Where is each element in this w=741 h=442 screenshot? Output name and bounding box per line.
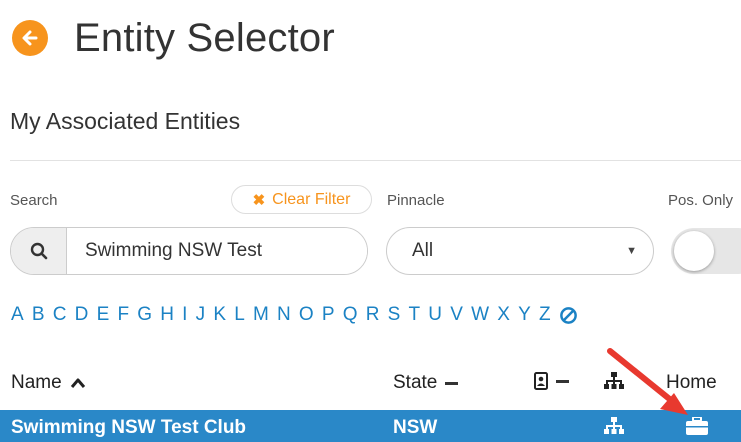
- contact-card-icon: [534, 372, 548, 390]
- alphabet-letter-u[interactable]: U: [428, 304, 442, 326]
- alphabet-letter-m[interactable]: M: [253, 304, 269, 326]
- alphabet-letter-b[interactable]: B: [32, 304, 45, 326]
- alphabet-letter-g[interactable]: G: [137, 304, 152, 326]
- search-addon[interactable]: [11, 228, 67, 274]
- pinnacle-selected-value: All: [412, 240, 434, 261]
- alphabet-letter-e[interactable]: E: [97, 304, 110, 326]
- alphabet-letter-o[interactable]: O: [299, 304, 314, 326]
- unsorted-dash-icon: [445, 381, 459, 385]
- close-icon: ✖: [252, 191, 266, 209]
- briefcase-icon: [686, 416, 708, 435]
- alphabet-filter: ABCDEFGHIJKLMNOPQRSTUVWXYZ: [11, 304, 578, 326]
- back-button[interactable]: [12, 20, 48, 56]
- clear-filter-button[interactable]: ✖ Clear Filter: [231, 185, 372, 214]
- alphabet-letter-i[interactable]: I: [182, 304, 187, 326]
- row-state: NSW: [393, 417, 438, 438]
- alphabet-letter-p[interactable]: P: [322, 304, 335, 326]
- column-state-label: State: [393, 372, 438, 393]
- alphabet-letter-d[interactable]: D: [75, 304, 89, 326]
- alphabet-letter-a[interactable]: A: [11, 304, 24, 326]
- alphabet-letter-w[interactable]: W: [471, 304, 489, 326]
- table-row[interactable]: Swimming NSW Test Club NSW: [0, 410, 741, 442]
- column-header-contact[interactable]: [534, 372, 569, 390]
- no-filter-icon[interactable]: [559, 306, 578, 325]
- alphabet-letter-v[interactable]: V: [450, 304, 463, 326]
- alphabet-letter-l[interactable]: L: [234, 304, 245, 326]
- clear-filter-label: Clear Filter: [272, 190, 351, 208]
- alphabet-letter-z[interactable]: Z: [539, 304, 551, 326]
- pos-only-label: Pos. Only: [668, 192, 734, 209]
- alphabet-letter-j[interactable]: J: [196, 304, 206, 326]
- alphabet-letter-n[interactable]: N: [277, 304, 291, 326]
- search-icon: [30, 242, 47, 260]
- column-name-label: Name: [11, 372, 62, 393]
- alphabet-letter-s[interactable]: S: [388, 304, 401, 326]
- alphabet-letter-x[interactable]: X: [497, 304, 510, 326]
- sitemap-icon: [604, 372, 624, 389]
- search-input[interactable]: [67, 228, 367, 274]
- caret-down-icon: ▼: [626, 245, 637, 257]
- arrow-left-icon: [22, 30, 38, 46]
- divider: [10, 160, 741, 161]
- column-header-hierarchy[interactable]: [604, 372, 624, 390]
- alphabet-letter-f[interactable]: F: [117, 304, 129, 326]
- column-header-state[interactable]: State: [393, 372, 459, 394]
- alphabet-letter-h[interactable]: H: [160, 304, 174, 326]
- alphabet-letter-q[interactable]: Q: [343, 304, 358, 326]
- page-header: Entity Selector: [12, 12, 335, 64]
- pinnacle-label: Pinnacle: [387, 192, 445, 209]
- sitemap-icon: [604, 417, 624, 434]
- alphabet-letter-r[interactable]: R: [366, 304, 380, 326]
- page-title: Entity Selector: [74, 15, 335, 60]
- row-hierarchy-button[interactable]: [604, 417, 624, 441]
- column-header-home[interactable]: Home: [666, 372, 717, 394]
- toggle-knob: [674, 231, 714, 271]
- section-title: My Associated Entities: [10, 108, 241, 134]
- alphabet-letter-y[interactable]: Y: [518, 304, 531, 326]
- row-home-button[interactable]: [686, 416, 708, 441]
- pos-only-toggle[interactable]: [671, 228, 741, 274]
- search-label: Search: [10, 192, 58, 209]
- row-name[interactable]: Swimming NSW Test Club: [11, 417, 246, 439]
- pinnacle-select[interactable]: All ▼: [386, 227, 654, 275]
- alphabet-letter-t[interactable]: T: [409, 304, 421, 326]
- alphabet-letter-c[interactable]: C: [53, 304, 67, 326]
- alphabet-letter-k[interactable]: K: [213, 304, 226, 326]
- chevron-up-icon: [70, 378, 85, 388]
- column-header-name[interactable]: Name: [11, 372, 86, 394]
- unsorted-dash-icon: [556, 379, 569, 383]
- search-group: [10, 227, 368, 275]
